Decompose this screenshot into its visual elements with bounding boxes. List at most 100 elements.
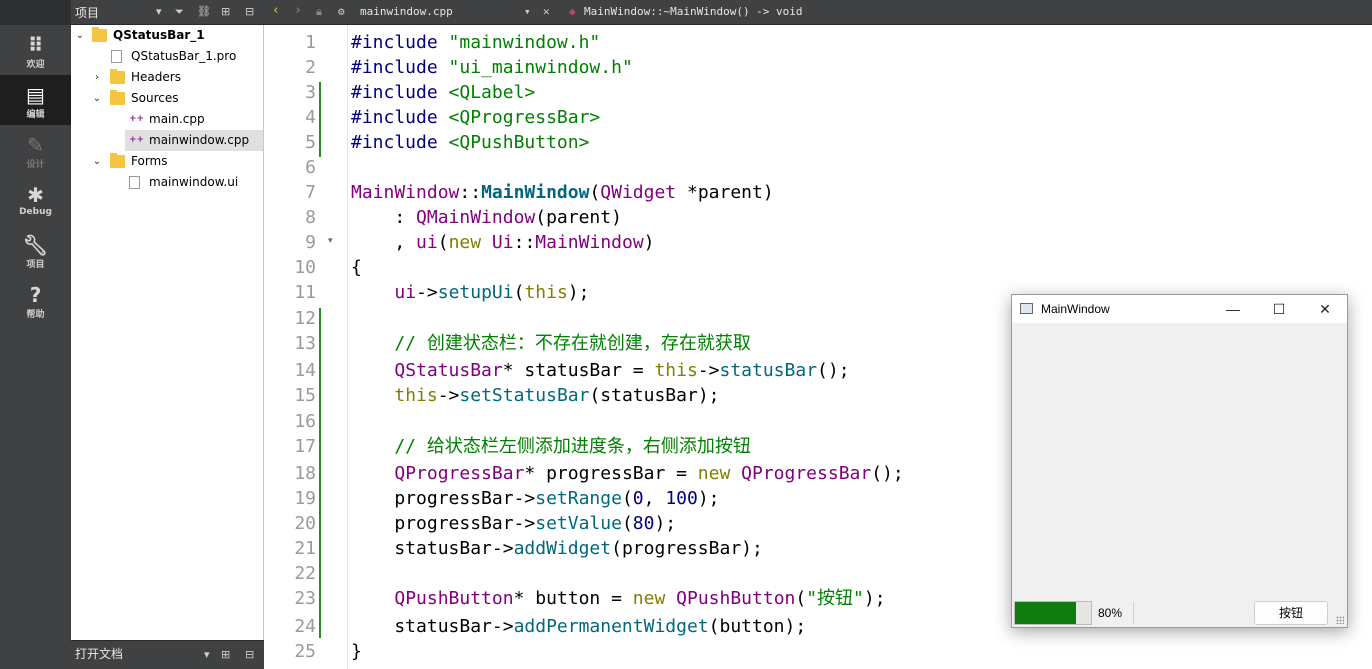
mode-label: Debug <box>19 207 52 217</box>
progress-fill <box>1015 602 1076 624</box>
grid-icon: ⠿ <box>27 33 44 57</box>
project-tree: ⌄ QStatusBar_1 QStatusBar_1.pro › Header… <box>71 25 264 640</box>
line-number-gutter: 1 2 3 4 5 6 7 8 9 10 11 12 13 14 15 16 1… <box>264 25 348 669</box>
tree-node-sources[interactable]: ⌄ Sources <box>71 88 263 109</box>
sources-label: Sources <box>131 91 179 105</box>
chevron-down-icon[interactable]: ▾ <box>524 5 531 18</box>
code-line-20: progressBar->setValue(80); <box>351 513 677 534</box>
size-grip[interactable] <box>1336 616 1344 624</box>
forms-label: Forms <box>131 154 168 168</box>
project-pane-title[interactable]: 项目 <box>75 4 99 21</box>
close-file-icon[interactable]: ✕ <box>543 5 550 18</box>
mainwindow-cpp-label: mainwindow.cpp <box>149 133 250 147</box>
project-name: QStatusBar_1 <box>113 28 205 42</box>
tree-node-pro-file[interactable]: QStatusBar_1.pro <box>71 46 263 67</box>
line-number: 1 <box>305 32 316 53</box>
headers-folder-icon <box>110 69 125 84</box>
open-documents-title[interactable]: 打开文档 <box>75 645 123 662</box>
function-combo[interactable]: MainWindow::~MainWindow() -> void <box>584 5 803 18</box>
close-pane-icon[interactable]: ⊟ <box>245 5 254 18</box>
forms-folder-icon <box>110 153 125 168</box>
fold-marker-icon[interactable]: ▾ <box>328 236 333 246</box>
dropdown-arrow-icon[interactable]: ▾ <box>156 5 162 18</box>
main-window: MainWindow — ☐ ✕ 80% 按钮 <box>1011 294 1348 628</box>
split-icon[interactable]: ⊞ <box>221 5 230 18</box>
forward-arrow-icon[interactable]: › <box>294 3 302 18</box>
window-title: MainWindow <box>1041 302 1110 316</box>
line-number: 9 <box>305 232 316 253</box>
code-line-3: #include <QLabel> <box>351 82 536 103</box>
line-number: 18 <box>294 463 316 484</box>
code-line-17: // 给状态栏左侧添加进度条，右侧添加按钮 <box>351 436 751 457</box>
code-line-1: #include "mainwindow.h" <box>351 32 601 53</box>
change-marker <box>319 308 321 638</box>
line-number: 6 <box>305 157 316 178</box>
tree-node-main-cpp[interactable]: ++ main.cpp <box>71 109 263 130</box>
tree-node-headers[interactable]: › Headers <box>71 67 263 88</box>
open-documents-header: 打开文档 ▾ ⊞ ⊟ <box>71 640 264 669</box>
code-line-13: // 创建状态栏：不存在就创建，存在就获取 <box>351 333 751 354</box>
line-number: 4 <box>305 107 316 128</box>
mode-edit[interactable]: ▤ 编辑 <box>0 75 71 125</box>
headers-label: Headers <box>131 70 181 84</box>
code-line-21: statusBar->addWidget(progressBar); <box>351 538 763 559</box>
function-icon: ◆ <box>569 5 576 18</box>
mode-sidebar: ⠿ 欢迎 ▤ 编辑 ✎ 设计 ✱ Debug 🔧︎ 项目 ? 帮助 <box>0 25 71 669</box>
line-number: 17 <box>294 436 316 457</box>
chevron-down-icon[interactable]: ⌄ <box>92 151 102 172</box>
link-icon[interactable]: ⛓ <box>197 5 211 18</box>
close-pane-icon[interactable]: ⊟ <box>245 648 254 661</box>
line-number: 2 <box>305 57 316 78</box>
ui-file-icon <box>129 176 140 189</box>
line-number: 24 <box>294 616 316 637</box>
editor-toolbar: ‹ › 🔒︎ ⚙ mainwindow.cpp ▾ ✕ ◆ MainWindow… <box>264 0 1372 25</box>
close-button[interactable]: ✕ <box>1302 295 1348 323</box>
pencil-icon: ✎ <box>27 133 44 157</box>
code-line-4: #include <QProgressBar> <box>351 107 601 128</box>
sources-folder-icon <box>110 90 125 105</box>
mode-debug[interactable]: ✱ Debug <box>0 175 71 225</box>
tree-node-forms[interactable]: ⌄ Forms <box>71 151 263 172</box>
mode-welcome[interactable]: ⠿ 欢迎 <box>0 25 71 75</box>
chevron-right-icon[interactable]: › <box>92 67 102 88</box>
line-number: 19 <box>294 488 316 509</box>
cpp-file-icon: ++ <box>129 114 145 124</box>
tree-node-mainwindow-ui[interactable]: mainwindow.ui <box>71 172 263 193</box>
code-line-18: QProgressBar* progressBar = new QProgres… <box>394 463 904 484</box>
mode-label: 项目 <box>26 260 45 270</box>
code-line-9: , ui(new Ui::MainWindow) <box>351 232 655 253</box>
line-number: 25 <box>294 641 316 662</box>
code-line-25: } <box>351 641 362 662</box>
chevron-down-icon[interactable]: ⌄ <box>92 88 102 109</box>
split-icon[interactable]: ⊞ <box>221 648 230 661</box>
push-button[interactable]: 按钮 <box>1254 601 1328 625</box>
bug-icon: ✱ <box>27 183 44 207</box>
line-number: 22 <box>294 563 316 584</box>
mode-design[interactable]: ✎ 设计 <box>0 125 71 175</box>
line-number: 11 <box>294 282 316 303</box>
filter-icon[interactable]: ⏷ <box>175 5 184 19</box>
minimize-button[interactable]: — <box>1210 295 1256 323</box>
back-arrow-icon[interactable]: ‹ <box>272 3 280 18</box>
mode-help[interactable]: ? 帮助 <box>0 275 71 325</box>
code-line-5: #include <QPushButton> <box>351 132 590 153</box>
mode-label: 设计 <box>26 160 45 170</box>
window-title-bar[interactable]: MainWindow — ☐ ✕ <box>1012 295 1347 323</box>
mode-projects[interactable]: 🔧︎ 项目 <box>0 225 71 275</box>
line-number: 13 <box>294 333 316 354</box>
mode-label: 帮助 <box>26 310 45 320</box>
line-number: 10 <box>294 257 316 278</box>
main-cpp-label: main.cpp <box>149 112 205 126</box>
cpp-file-icon: ⚙ <box>338 5 345 18</box>
maximize-button[interactable]: ☐ <box>1256 295 1302 323</box>
chevron-down-icon[interactable]: ⌄ <box>75 25 85 46</box>
status-bar: 80% 按钮 <box>1012 598 1347 627</box>
code-line-7: MainWindow::MainWindow(QWidget *parent) <box>351 182 774 203</box>
code-line-8: : QMainWindow(parent) <box>351 207 622 228</box>
tree-node-mainwindow-cpp[interactable]: ++ mainwindow.cpp <box>125 130 263 151</box>
file-name-combo[interactable]: mainwindow.cpp <box>360 5 453 18</box>
dropdown-arrow-icon[interactable]: ▾ <box>204 648 210 661</box>
mode-label: 欢迎 <box>26 60 45 70</box>
code-line-10: { <box>351 257 362 278</box>
tree-node-project[interactable]: ⌄ QStatusBar_1 <box>71 25 263 46</box>
